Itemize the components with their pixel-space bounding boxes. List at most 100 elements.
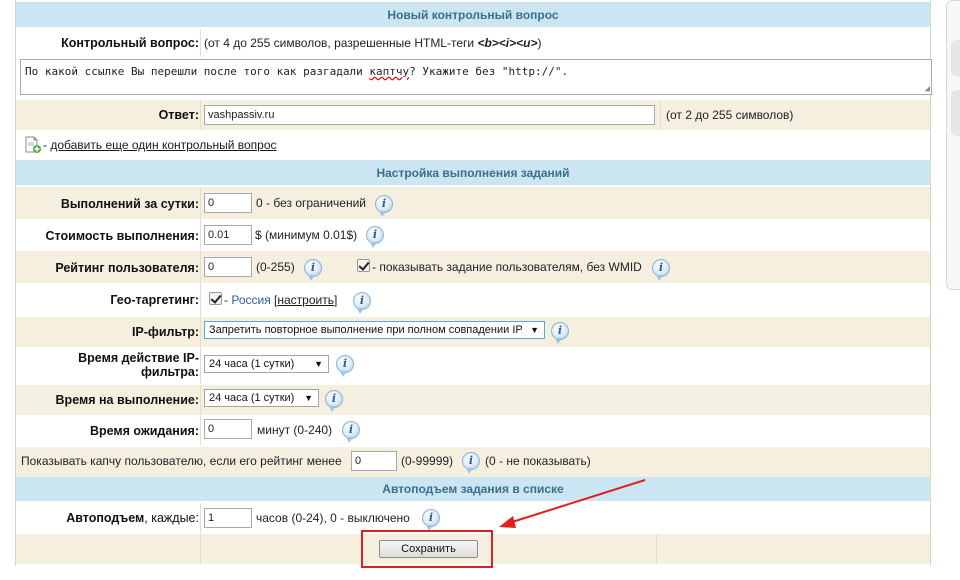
geo-country: Россия bbox=[231, 293, 271, 307]
column-divider bbox=[200, 284, 201, 316]
annotation-arrow bbox=[499, 479, 646, 528]
autoup-label: Автоподъем, каждые: bbox=[16, 511, 199, 525]
question-hint-suffix: ) bbox=[537, 36, 542, 50]
info-icon[interactable]: i bbox=[342, 421, 360, 443]
autoup-row: Автоподъем, каждые: часов (0-24), 0 - вы… bbox=[16, 503, 930, 533]
resize-grip-icon[interactable]: ◢ bbox=[925, 84, 930, 94]
execution-time-row: Время на выполнение: 24 часа (1 сутки) ▼ … bbox=[16, 385, 930, 415]
section-header-question: Новый контрольный вопрос bbox=[16, 2, 930, 28]
column-divider bbox=[656, 534, 657, 564]
show-without-wmid-label: - показывать задание пользователям, без … bbox=[372, 260, 642, 274]
rating-label: Рейтинг пользователя: bbox=[55, 261, 199, 275]
captcha-rating-input[interactable] bbox=[351, 451, 397, 471]
geo-targeting-checkbox[interactable] bbox=[209, 292, 222, 305]
cost-note: $ (минимум 0.01$) bbox=[255, 228, 358, 242]
captcha-range: (0-99999) bbox=[401, 454, 454, 468]
question-textarea[interactable]: По какой ссылке Вы перешли после того ка… bbox=[20, 59, 932, 95]
add-question-link[interactable]: добавить еще один контрольный вопрос bbox=[50, 138, 276, 152]
answer-label: Ответ: bbox=[158, 108, 199, 122]
autoup-hours-input[interactable] bbox=[204, 508, 252, 528]
info-icon[interactable]: i bbox=[353, 292, 371, 314]
ip-filter-row: IP-фильтр: Запретить повторное выполнени… bbox=[16, 317, 930, 347]
wait-time-label: Время ожидания: bbox=[89, 424, 199, 438]
info-icon[interactable]: i bbox=[325, 390, 343, 412]
ip-filter-time-selected: 24 часа (1 сутки) bbox=[209, 358, 295, 370]
wait-time-input[interactable] bbox=[204, 419, 252, 439]
add-question-row: - добавить еще один контрольный вопрос bbox=[16, 131, 930, 159]
question-hint-tags: <b><i><u> bbox=[477, 36, 538, 50]
add-question-text: - добавить еще один контрольный вопрос bbox=[43, 138, 277, 152]
info-icon[interactable]: i bbox=[336, 355, 354, 377]
info-icon[interactable]: i bbox=[375, 195, 393, 217]
ip-filter-selected: Запретить повторное выполнение при полно… bbox=[209, 324, 523, 336]
side-panel-item[interactable] bbox=[951, 90, 960, 136]
info-icon[interactable]: i bbox=[551, 322, 569, 344]
autoup-label-bold: Автоподъем bbox=[66, 511, 145, 525]
geo-summary: - Россия [настроить] bbox=[224, 293, 338, 307]
highlight-box bbox=[361, 530, 493, 568]
captcha-note: (0 - не показывать) bbox=[485, 454, 591, 468]
column-divider bbox=[200, 348, 201, 384]
ip-filter-select[interactable]: Запретить повторное выполнение при полно… bbox=[204, 321, 545, 339]
execution-time-label: Время на выполнение: bbox=[55, 393, 199, 407]
column-divider bbox=[200, 220, 201, 250]
column-divider bbox=[200, 416, 201, 446]
cost-label: Стоимость выполнения: bbox=[45, 229, 199, 243]
show-without-wmid-checkbox[interactable] bbox=[357, 259, 370, 272]
info-icon[interactable]: i bbox=[652, 259, 670, 281]
question-label-row: Контрольный вопрос: (от 4 до 255 символо… bbox=[16, 29, 930, 57]
chevron-down-icon: ▼ bbox=[314, 359, 323, 369]
add-document-icon[interactable] bbox=[24, 136, 41, 153]
autoup-label-rest: , каждые: bbox=[144, 511, 199, 525]
execution-time-select[interactable]: 24 часа (1 сутки) ▼ bbox=[204, 389, 319, 407]
chevron-down-icon: ▼ bbox=[304, 393, 313, 403]
info-icon[interactable]: i bbox=[422, 509, 440, 531]
ip-filter-time-row: Время действие IP-фильтра: 24 часа (1 су… bbox=[16, 348, 930, 384]
rating-note: (0-255) bbox=[256, 260, 295, 274]
column-divider bbox=[200, 317, 201, 347]
question-text-part: По какой ссылке Вы перешли после того ка… bbox=[25, 65, 370, 78]
geo-label: Гео-таргетинг: bbox=[110, 293, 199, 307]
column-divider bbox=[200, 187, 201, 219]
column-divider bbox=[200, 100, 201, 130]
daily-executions-row: Выполнений за сутки: 0 - без ограничений… bbox=[16, 187, 930, 219]
daily-executions-note: 0 - без ограничений bbox=[256, 196, 367, 210]
rating-input[interactable] bbox=[204, 257, 252, 277]
ip-filter-time-label-line: фильтра: bbox=[140, 365, 199, 379]
daily-executions-label: Выполнений за сутки: bbox=[60, 197, 199, 211]
column-divider bbox=[200, 534, 201, 564]
side-panel-item[interactable] bbox=[951, 40, 960, 76]
info-icon[interactable]: i bbox=[304, 259, 322, 281]
question-hint-prefix: (от 4 до 255 символов, разрешенные HTML-… bbox=[204, 36, 478, 50]
section-header-autoup: Автоподъем задания в списке bbox=[16, 477, 930, 502]
section-header-settings: Настройка выполнения заданий bbox=[16, 160, 930, 186]
ip-filter-label: IP-фильтр: bbox=[131, 325, 199, 339]
column-divider bbox=[200, 29, 201, 57]
captcha-row: Показывать капчу пользователю, если его … bbox=[16, 447, 930, 477]
question-text-part: ? Укажите без "http://". bbox=[409, 65, 569, 78]
ip-filter-time-label-line: Время действие IP- bbox=[78, 351, 199, 365]
wait-time-row: Время ожидания: минут (0-240) i bbox=[16, 416, 930, 446]
chevron-down-icon: ▼ bbox=[530, 325, 539, 335]
rating-row: Рейтинг пользователя: (0-255) i - показы… bbox=[16, 251, 930, 283]
column-divider bbox=[200, 385, 201, 415]
column-divider bbox=[660, 100, 661, 130]
info-icon[interactable]: i bbox=[462, 452, 480, 474]
info-icon[interactable]: i bbox=[366, 226, 384, 248]
captcha-label: Показывать капчу пользователю, если его … bbox=[21, 454, 342, 468]
ip-filter-time-select[interactable]: 24 часа (1 сутки) ▼ bbox=[204, 355, 329, 373]
execution-time-selected: 24 часа (1 сутки) bbox=[209, 392, 295, 404]
answer-input[interactable] bbox=[204, 105, 655, 125]
geo-configure-link[interactable]: настроить bbox=[277, 293, 334, 307]
cost-input[interactable] bbox=[204, 225, 252, 245]
cost-row: Стоимость выполнения: $ (минимум 0.01$) … bbox=[16, 220, 930, 250]
question-label: Контрольный вопрос: bbox=[61, 36, 199, 50]
ip-filter-time-label: Время действие IP-фильтра: bbox=[16, 351, 199, 379]
column-divider bbox=[200, 503, 201, 533]
daily-executions-input[interactable] bbox=[204, 193, 252, 213]
question-text-misspelled: каптчу bbox=[369, 65, 410, 78]
wait-time-note: минут (0-240) bbox=[257, 423, 333, 437]
geo-row: Гео-таргетинг: - Россия [настроить] i bbox=[16, 284, 930, 316]
answer-hint: (от 2 до 255 символов) bbox=[666, 108, 794, 122]
answer-row: Ответ: (от 2 до 255 символов) bbox=[16, 100, 930, 130]
